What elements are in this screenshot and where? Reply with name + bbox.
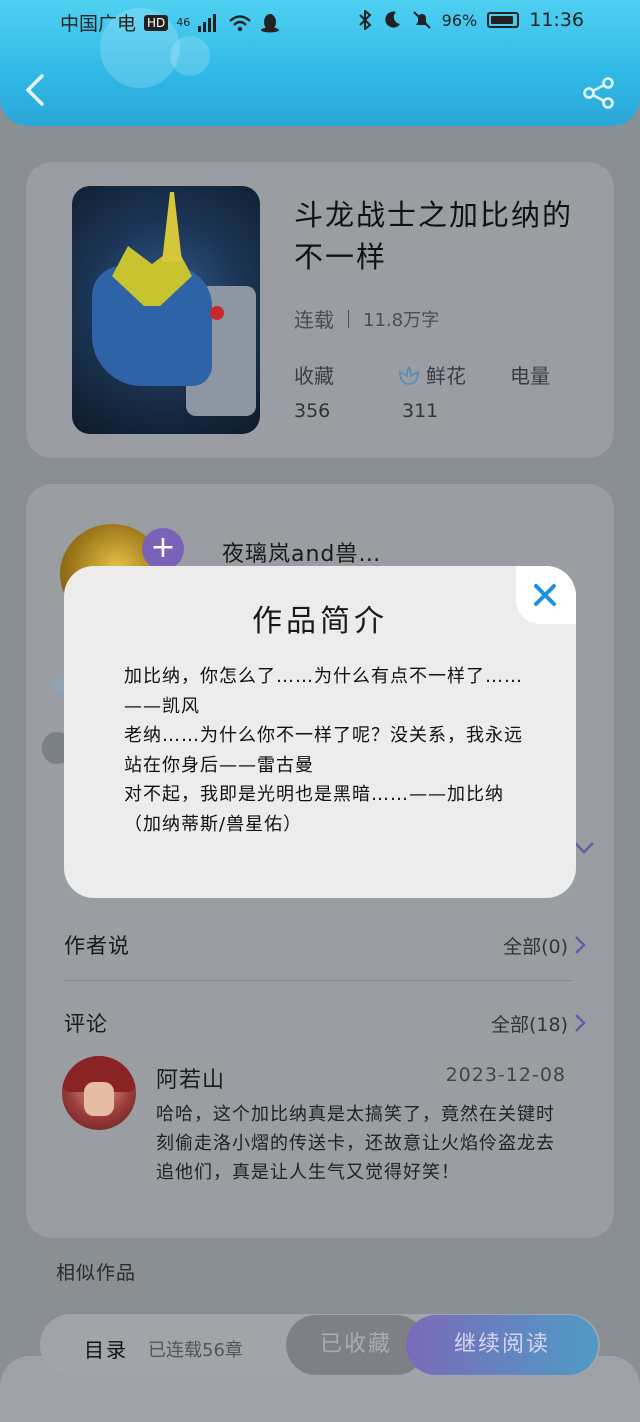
book-title: 斗龙战士之加比纳的不一样 <box>294 198 574 274</box>
author-notes-count: 全部(0) <box>503 935 568 958</box>
author-name[interactable]: 夜璃岚and兽… <box>222 536 381 568</box>
toc-button[interactable]: 目录 <box>84 1334 128 1363</box>
chapter-count: 已连载56章 <box>148 1340 243 1361</box>
author-notes-title: 作者说 <box>64 934 130 958</box>
decor-bubble <box>170 36 210 76</box>
continue-reading-button[interactable]: 继续阅读 <box>406 1315 598 1375</box>
word-count: 11.8万字 <box>363 309 440 331</box>
comments-row[interactable]: 评论 全部(18) <box>64 1008 586 1038</box>
hd-badge: HD <box>144 14 169 31</box>
moon-icon <box>385 11 400 28</box>
chevron-right-icon <box>575 1014 586 1032</box>
flowers-value: 311 <box>402 400 439 422</box>
serial-status: 连载 <box>294 308 334 332</box>
comments-title: 评论 <box>64 1012 108 1036</box>
commenter-avatar[interactable] <box>62 1056 136 1130</box>
synopsis-modal: 作品简介 加比纳，你怎么了……为什么有点不一样了……——凯风 老纳……为什么你不… <box>64 566 576 898</box>
divider <box>348 309 349 328</box>
comments-count: 全部(18) <box>490 1013 568 1036</box>
synopsis-line: 老纳……为什么你不一样了呢？没关系，我永远站在你身后——雷古曼 <box>124 725 523 776</box>
synopsis-line: 加比纳，你怎么了……为什么有点不一样了……——凯风 <box>124 666 523 717</box>
status-bar: 中国广电 HD 46 96% 11:36 <box>0 0 640 42</box>
bluetooth-icon <box>358 10 372 30</box>
collected-button[interactable]: 已收藏 <box>286 1315 426 1375</box>
favorites-value: 356 <box>294 400 331 422</box>
battery-percent: 96% <box>441 10 478 30</box>
divider <box>64 980 572 981</box>
stats-labels: 收藏 鲜花 电量 <box>294 360 550 389</box>
synopsis-text: 加比纳，你怎么了……为什么有点不一样了……——凯风 老纳……为什么你不一样了呢？… <box>124 662 524 839</box>
clock: 11:36 <box>529 9 584 31</box>
follow-plus-button[interactable]: + <box>142 528 184 570</box>
book-info-card: 斗龙战士之加比纳的不一样 连载 11.8万字 收藏 鲜花 电量 356 311 <box>26 162 614 458</box>
battery-icon <box>487 12 520 28</box>
power-label: 电量 <box>510 364 550 388</box>
network-label: 46 <box>176 16 191 29</box>
book-cover-image[interactable] <box>72 186 260 434</box>
comment-date: 2023-12-08 <box>445 1064 566 1086</box>
comment-text[interactable]: 哈哈，这个加比纳真是太搞笑了，竟然在关键时刻偷走洛小熠的传送卡，还故意让火焰伶盗… <box>156 1100 566 1187</box>
favorites-label: 收藏 <box>294 364 334 388</box>
stats-values: 356 311 <box>294 400 438 422</box>
share-icon[interactable] <box>582 76 616 110</box>
flower-icon <box>399 366 419 385</box>
similar-works-title: 相似作品 <box>56 1262 137 1284</box>
close-icon <box>534 584 556 606</box>
flowers-label: 鲜花 <box>426 364 466 388</box>
synopsis-line: 对不起，我即是光明也是黑暗……——加比纳（加纳蒂斯/兽星佑） <box>124 784 504 835</box>
commenter-name[interactable]: 阿若山 <box>156 1062 225 1094</box>
author-notes-row[interactable]: 作者说 全部(0) <box>64 930 586 960</box>
signal-icon <box>198 13 217 32</box>
carrier-label: 中国广电 <box>60 13 137 35</box>
author-notes-link[interactable]: 全部(0) <box>503 932 586 959</box>
book-status-row: 连载 11.8万字 <box>294 304 439 333</box>
modal-title: 作品简介 <box>252 604 388 639</box>
back-arrow-icon[interactable] <box>22 72 48 108</box>
comments-link[interactable]: 全部(18) <box>491 1010 586 1037</box>
flowers-stat[interactable]: 鲜花 <box>398 360 510 389</box>
wifi-icon <box>229 14 252 31</box>
chevron-right-icon <box>575 936 586 954</box>
close-button[interactable] <box>516 566 576 624</box>
qq-icon <box>261 13 280 32</box>
mute-bell-icon <box>412 11 431 29</box>
